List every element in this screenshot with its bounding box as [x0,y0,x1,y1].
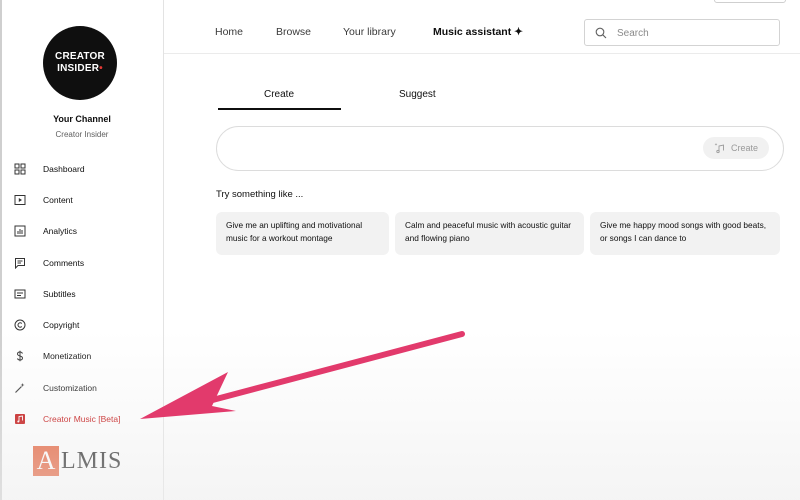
analytics-icon [14,225,26,237]
sidebar-item-label: Comments [43,257,85,268]
try-something-label: Try something like ... [216,189,304,200]
sidebar-item-analytics[interactable]: Analytics [0,216,164,247]
sidebar-item-label: Monetization [43,351,92,362]
music-sparkle-icon [714,143,724,154]
monetization-icon [14,350,26,362]
sidebar-item-subtitles[interactable]: Subtitles [0,278,164,309]
avatar-text-line2: INSIDER• [57,63,103,74]
suggestion-text: Calm and peaceful music with acoustic gu… [405,220,572,243]
nav-browse[interactable]: Browse [276,26,311,38]
search-icon [595,27,607,39]
sidebar-item-monetization[interactable]: Monetization [0,341,164,372]
search-input[interactable] [617,24,767,42]
sidebar-item-copyright[interactable]: Copyright [0,309,164,340]
sidebar-item-label: Content [43,194,73,205]
sidebar-item-creator-music[interactable]: Creator Music [Beta] [0,403,164,434]
avatar-text-line1: CREATOR [55,51,105,62]
customization-icon [14,382,26,394]
top-right-button[interactable] [714,0,786,3]
watermark-text: LMIS [61,448,123,474]
comments-icon [14,257,26,269]
channel-name: Creator Insider [55,130,109,139]
sidebar-item-dashboard[interactable]: Dashboard [0,153,164,184]
create-button[interactable]: Create [703,137,769,159]
active-tab-indicator [218,108,341,110]
channel-title: Your Channel [53,114,111,124]
sidebar-item-label: Dashboard [43,163,85,174]
suggestion-card[interactable]: Give me happy mood songs with good beats… [590,212,780,255]
sidebar-item-customization[interactable]: Customization [0,372,164,403]
avatar-red-dot: • [99,63,103,74]
sidebar-nav: Dashboard Content Analytics Comments Sub… [0,153,164,435]
sidebar-item-comments[interactable]: Comments [0,247,164,278]
dashboard-icon [14,163,26,175]
create-button-label: Create [730,143,758,153]
suggestion-text: Give me happy mood songs with good beats… [600,220,767,243]
copyright-icon [14,319,26,331]
sidebar: CREATOR INSIDER• Your Channel Creator In… [0,0,164,500]
search-box[interactable] [584,19,780,46]
watermark-letter: A [33,446,59,476]
nav-music-assistant[interactable]: Music assistant ✦ [433,26,523,38]
subtitles-icon [14,288,26,300]
sidebar-item-label: Copyright [43,320,80,331]
creator-music-icon [14,413,26,425]
sidebar-item-label: Analytics [43,226,78,237]
tab-create[interactable]: Create [264,89,294,100]
channel-avatar[interactable]: CREATOR INSIDER• [43,26,117,100]
watermark-logo: A LMIS [33,446,122,476]
suggestion-card[interactable]: Give me an uplifting and motivational mu… [216,212,389,255]
prompt-input[interactable] [216,126,784,171]
content-icon [14,194,26,206]
suggestion-card[interactable]: Calm and peaceful music with acoustic gu… [395,212,584,255]
sidebar-item-label: Subtitles [43,288,76,299]
sidebar-item-label: Creator Music [Beta] [43,414,121,425]
sidebar-item-label: Customization [43,382,97,393]
sidebar-item-content[interactable]: Content [0,184,164,215]
nav-home[interactable]: Home [215,26,243,38]
tab-suggest[interactable]: Suggest [399,89,436,100]
nav-your-library[interactable]: Your library [343,26,396,38]
suggestion-text: Give me an uplifting and motivational mu… [226,220,363,243]
top-bar: Home Browse Your library Music assistant… [164,0,800,54]
